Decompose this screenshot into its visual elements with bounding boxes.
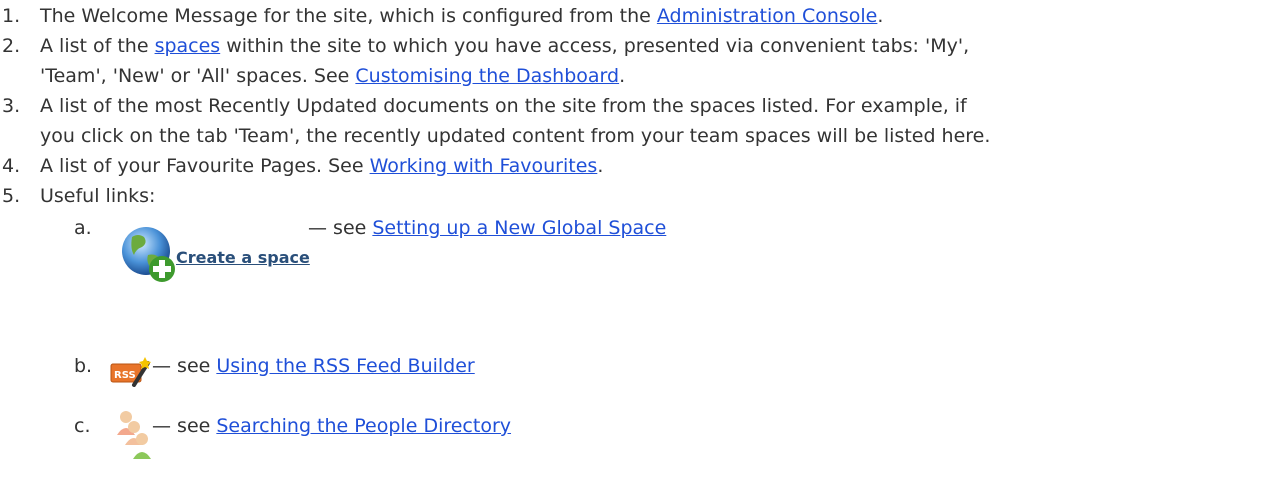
text-segment: — see bbox=[152, 415, 217, 437]
list-number: 2. bbox=[2, 35, 21, 57]
spaces-link[interactable]: spaces bbox=[155, 35, 221, 57]
create-space-label[interactable]: Create a space bbox=[176, 243, 310, 273]
text-segment: — see bbox=[308, 217, 373, 239]
setting-up-global-space-link[interactable]: Setting up a New Global Space bbox=[372, 217, 666, 239]
sub-list-text: — see Setting up a New Global Space bbox=[308, 213, 666, 243]
list-number: 4. bbox=[2, 155, 21, 177]
working-with-favourites-link[interactable]: Working with Favourites bbox=[370, 155, 598, 177]
sub-list-item: b. RSS — see Using the RSS Feed Builder bbox=[0, 351, 1267, 391]
sub-list-letter: c. bbox=[74, 415, 91, 437]
text-segment: A list of your Favourite Pages. See bbox=[40, 155, 370, 177]
rss-feed-builder-link[interactable]: Using the RSS Feed Builder bbox=[216, 355, 474, 377]
sub-list-item: c. — see Searching the People Directory bbox=[0, 411, 1267, 471]
text-segment: 'Team', 'New' or 'All' spaces. See bbox=[40, 65, 356, 87]
text-segment: A list of the bbox=[40, 35, 155, 57]
people-directory-link[interactable]: Searching the People Directory bbox=[216, 415, 511, 437]
list-text: A list of your Favourite Pages. See Work… bbox=[40, 151, 1265, 181]
list-text: A list of the spaces within the site to … bbox=[40, 31, 1265, 61]
sub-list-letter: a. bbox=[74, 217, 92, 239]
list-number: 1. bbox=[2, 5, 21, 27]
text-segment: . bbox=[619, 65, 626, 87]
customising-dashboard-link[interactable]: Customising the Dashboard bbox=[355, 65, 619, 87]
text-segment: . bbox=[597, 155, 604, 177]
sub-list-text: — see Searching the People Directory bbox=[152, 411, 511, 441]
rss-label: RSS bbox=[114, 370, 136, 381]
administration-console-link[interactable]: Administration Console bbox=[657, 5, 878, 27]
list-number: 5. bbox=[2, 185, 21, 207]
list-text: Useful links: bbox=[40, 185, 156, 207]
sub-list-item: a. Create a space — see Setting up a New… bbox=[0, 213, 1267, 282]
text-segment: within the site to which you have access… bbox=[220, 35, 970, 57]
list-text: 'Team', 'New' or 'All' spaces. See Custo… bbox=[40, 61, 1265, 91]
list-number: 3. bbox=[2, 95, 21, 117]
text-segment: . bbox=[877, 5, 884, 27]
text-segment: — see bbox=[152, 355, 217, 377]
list-text: you click on the tab 'Team', the recentl… bbox=[40, 125, 991, 147]
sub-list-text: — see Using the RSS Feed Builder bbox=[152, 351, 475, 381]
list-text: The Welcome Message for the site, which … bbox=[40, 1, 1265, 31]
text-segment: The Welcome Message for the site, which … bbox=[40, 5, 657, 27]
rss-builder-icon[interactable]: RSS bbox=[110, 355, 152, 387]
sub-list-letter: b. bbox=[74, 355, 93, 377]
list-text: A list of the most Recently Updated docu… bbox=[40, 95, 967, 117]
